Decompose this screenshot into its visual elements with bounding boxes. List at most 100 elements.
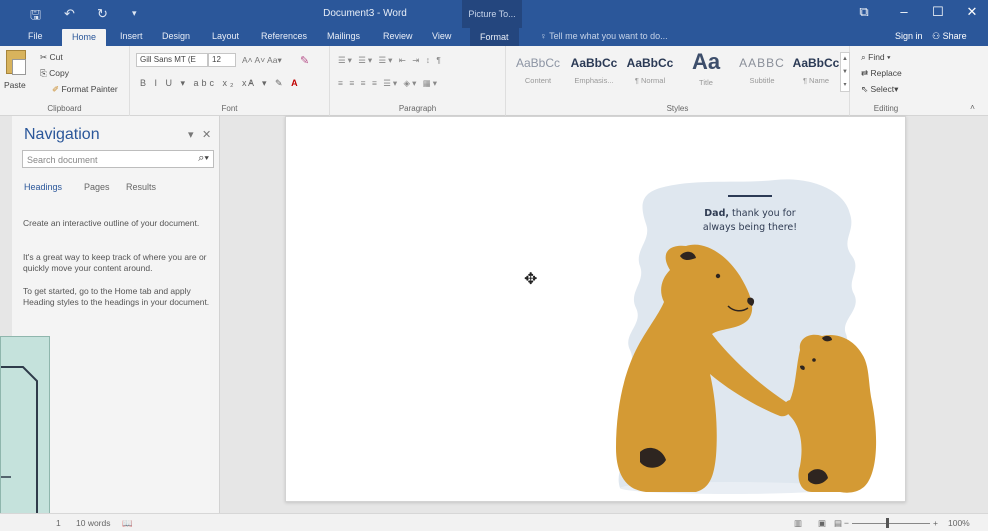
zoom-out-button[interactable]: − <box>844 518 849 528</box>
zoom-slider-knob[interactable] <box>886 518 889 528</box>
card-divider <box>728 195 772 197</box>
style-sample: AaBbCc <box>626 56 674 70</box>
styles-group: AaBbCc Content AaBbCc Emphasis... AaBbCc… <box>506 46 850 116</box>
tab-insert[interactable]: Insert <box>120 31 143 41</box>
clipboard-label: Clipboard <box>47 104 82 113</box>
minimize-button[interactable]: – <box>892 4 916 22</box>
share-button[interactable]: ⚇ Share <box>932 31 967 42</box>
font-group: Gill Sans MT (E 12 A˄ A˅ Aa▾ ✎ B I U ▾ a… <box>130 46 330 116</box>
print-layout-icon[interactable]: ▣ <box>818 518 826 529</box>
styles-gallery-scroll[interactable]: ▲ ▼ ▾ <box>840 52 850 92</box>
lightbulb-icon: ♀ <box>540 31 550 41</box>
style-name: ¶ Normal <box>634 76 666 85</box>
customize-toolbar-icon[interactable]: ▾ <box>132 8 137 19</box>
tab-review[interactable]: Review <box>383 31 413 41</box>
tab-home[interactable]: Home <box>62 29 107 46</box>
style-name-item[interactable]: AaBbCc ¶ Name <box>788 50 844 94</box>
tab-file[interactable]: File <box>28 31 43 41</box>
card-message[interactable]: Dad, thank you for always being there! <box>690 207 810 235</box>
paragraph-label: Paragraph <box>398 104 437 113</box>
zoom-level[interactable]: 100% <box>948 518 970 528</box>
maximize-button[interactable]: ☐ <box>926 4 950 22</box>
copy-button[interactable]: ⎘ Copy <box>40 68 69 79</box>
copy-icon: ⎘ <box>40 68 50 78</box>
small-bear-eye <box>812 358 816 362</box>
tab-design[interactable]: Design <box>162 31 190 41</box>
style-name: Emphasis... <box>574 76 614 85</box>
style-emphasis[interactable]: AaBbCc Emphasis... <box>566 50 622 94</box>
replace-button[interactable]: ⇄ Replace <box>861 68 902 79</box>
paragraph-group: ☰▾ ☰▾ ☰▾ ⇤ ⇥ ↕ ¶ ≡ ≡ ≡ ≡ ☰▾ ◈▾ ▦▾ Paragr… <box>330 46 506 116</box>
page-count[interactable]: 1 <box>56 518 61 528</box>
list-buttons[interactable]: ☰▾ ☰▾ ☰▾ ⇤ ⇥ ↕ ¶ <box>338 55 443 66</box>
editing-group: ⌕ Find ▾ ⇄ Replace ⇖ Select▾ Editing <box>855 46 917 116</box>
navigation-title: Navigation <box>24 126 100 143</box>
pane-options-icon[interactable]: ▾ <box>188 128 194 141</box>
style-content[interactable]: AaBbCc Content <box>510 50 566 94</box>
move-cursor-icon: ✥ <box>524 271 538 288</box>
tab-results[interactable]: Results <box>126 182 156 192</box>
clipboard-group: Paste ✂ Cut ⎘ Copy ✐ Format Painter Clip… <box>0 46 130 116</box>
overlay-card <box>0 336 50 531</box>
format-painter-button[interactable]: ✐ Format Painter <box>52 84 118 95</box>
font-format-buttons[interactable]: B I U ▾ abc x₂ x² <box>140 78 256 89</box>
web-layout-icon[interactable]: ▤ <box>834 518 842 529</box>
alignment-buttons[interactable]: ≡ ≡ ≡ ≡ ☰▾ ◈▾ ▦▾ <box>338 78 439 89</box>
font-color-icon[interactable]: A <box>291 78 301 88</box>
style-name: Subtitle <box>749 76 775 85</box>
search-icon[interactable]: ⌕▾ <box>198 152 209 165</box>
select-button[interactable]: ⇖ Select▾ <box>861 84 898 95</box>
sign-in-link[interactable]: Sign in <box>895 31 923 41</box>
nav-help-text-1: Create an interactive outline of your do… <box>23 218 200 228</box>
contextual-tab-group: Picture To... <box>462 0 522 28</box>
card-message-bold: Dad, <box>704 208 730 219</box>
font-color-buttons[interactable]: A ▾ ✎ A <box>248 78 301 89</box>
zoom-in-button[interactable]: + <box>933 518 938 528</box>
redo-icon[interactable]: ↻ <box>97 6 108 22</box>
style-name: Title <box>699 78 713 87</box>
tab-pages[interactable]: Pages <box>84 182 110 192</box>
font-name-combo[interactable]: Gill Sans MT (E <box>136 53 208 67</box>
font-size-combo[interactable]: 12 <box>208 53 236 67</box>
tab-view[interactable]: View <box>432 31 451 41</box>
zoom-slider-track[interactable] <box>852 523 930 524</box>
style-title[interactable]: Aa Title <box>678 50 734 94</box>
big-bear-eye <box>715 273 721 279</box>
status-bar: 1 10 words 📖 ▥ ▣ ▤ − + 100% <box>0 513 988 531</box>
tab-mailings[interactable]: Mailings <box>327 31 360 41</box>
cut-button[interactable]: ✂ Cut <box>40 52 63 63</box>
tab-layout[interactable]: Layout <box>212 31 239 41</box>
style-name: ¶ Name <box>802 76 830 85</box>
save-icon[interactable]: 🖫 <box>30 6 41 28</box>
nav-help-text-2: It's a great way to keep track of where … <box>23 252 207 273</box>
find-button[interactable]: ⌕ Find ▾ <box>861 52 891 63</box>
style-normal[interactable]: AaBbCc ¶ Normal <box>622 50 678 94</box>
tab-headings[interactable]: Headings <box>24 182 62 192</box>
search-placeholder: Search document <box>27 155 98 165</box>
close-button[interactable]: ✕ <box>960 4 984 22</box>
ribbon-display-options-button[interactable]: ⧉ <box>852 4 876 22</box>
style-sample: Aa <box>691 49 721 74</box>
search-document-input[interactable]: Search document ⌕▾ <box>22 150 214 168</box>
font-label: Font <box>221 104 238 113</box>
undo-icon[interactable]: ↶ <box>64 6 75 22</box>
style-name: Content <box>524 76 552 85</box>
grow-font-icon[interactable]: A˄ A˅ Aa▾ <box>242 55 282 66</box>
read-mode-icon[interactable]: ▥ <box>794 518 802 529</box>
tab-references[interactable]: References <box>261 31 307 41</box>
paste-button[interactable]: Paste <box>4 80 26 90</box>
tab-format[interactable]: Format <box>470 28 519 46</box>
editing-label: Editing <box>873 104 899 113</box>
tell-me-box[interactable]: ♀ Tell me what you want to do... <box>540 31 668 41</box>
title-bar: 🖫 ↶ ↻ ▾ Document3 - Word Picture To... ⧉… <box>0 0 988 28</box>
styles-label: Styles <box>666 104 689 113</box>
close-pane-icon[interactable]: ✕ <box>202 128 211 141</box>
collapse-ribbon-icon[interactable]: ˄ <box>970 102 975 112</box>
style-sample: AaBbCc <box>792 56 840 70</box>
proofing-icon[interactable]: 📖 <box>122 518 133 529</box>
paste-icon[interactable] <box>6 50 26 75</box>
ribbon-tab-row: File Home Insert Design Layout Reference… <box>0 28 988 46</box>
clear-formatting-icon[interactable]: ✎ <box>300 54 309 67</box>
style-subtitle[interactable]: AABBC Subtitle <box>734 50 790 94</box>
word-count[interactable]: 10 words <box>76 518 111 528</box>
